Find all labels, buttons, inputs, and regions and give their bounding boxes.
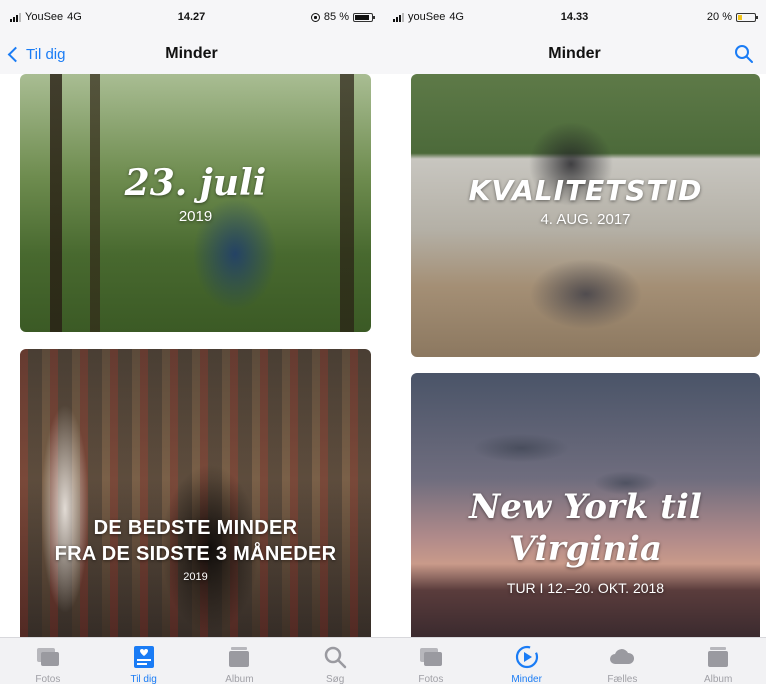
rotation-lock-icon — [310, 12, 320, 22]
tab-label: Fælles — [607, 674, 638, 684]
page-title: Minder — [548, 45, 601, 62]
tab-album[interactable]: Album — [204, 638, 274, 684]
album-icon — [708, 647, 729, 667]
memory-card-new-york[interactable]: New York til Virginia TUR I 12.–20. OKT.… — [411, 373, 760, 638]
signal-icon — [10, 12, 21, 22]
photos-icon — [419, 648, 442, 666]
tab-label: Album — [225, 674, 254, 684]
network-label: 4G — [449, 11, 464, 23]
status-bar: youSee 4G 14.33 20 % — [383, 0, 766, 34]
battery-percent: 85 % — [323, 11, 349, 23]
status-bar: YouSee 4G 14.27 85 % — [0, 0, 383, 34]
page-title: Minder — [165, 45, 218, 62]
memory-subtitle: TUR I 12.–20. OKT. 2018 — [506, 579, 665, 596]
memory-subtitle: 2019 — [178, 207, 213, 225]
status-time: 14.33 — [560, 11, 589, 23]
photos-icon — [36, 648, 59, 666]
chevron-left-icon — [7, 46, 24, 62]
tab-label: Fotos — [418, 674, 444, 684]
memory-title: New York til Virginia — [469, 486, 702, 570]
nav-bar: Minder — [383, 34, 766, 74]
tab-til-dig[interactable]: Til dig — [109, 638, 179, 684]
memory-title-line1: New York til — [469, 486, 702, 527]
tab-bar: Fotos Til dig Album Søg — [0, 637, 383, 684]
memory-title-line2: Virginia — [509, 528, 662, 569]
tab-label: Til dig — [130, 674, 157, 684]
memory-subtitle: 2019 — [183, 570, 208, 583]
carrier-label: YouSee — [25, 11, 64, 23]
network-label: 4G — [67, 11, 82, 23]
memory-card-best-memories[interactable]: DE BEDSTE MINDER FRA DE SIDSTE 3 MÅNEDER… — [20, 349, 371, 638]
left-phone-screen: YouSee 4G 14.27 85 % Til dig Minder 23. … — [0, 0, 383, 684]
search-icon — [324, 646, 347, 669]
nav-bar: Til dig Minder — [0, 34, 383, 74]
right-phone-screen: youSee 4G 14.33 20 % Minder KVALITETSTID… — [383, 0, 766, 684]
memory-title: 23. juli — [124, 161, 267, 204]
tab-label: Minder — [511, 674, 542, 684]
tab-fotos[interactable]: Fotos — [396, 638, 466, 684]
tab-label: Album — [703, 674, 733, 684]
memories-icon — [515, 645, 538, 669]
status-time: 14.27 — [177, 11, 206, 23]
memory-title: DE BEDSTE MINDER FRA DE SIDSTE 3 MÅNEDER — [55, 515, 337, 567]
battery-icon — [736, 12, 758, 22]
memory-title-line1: DE BEDSTE MINDER — [93, 516, 298, 539]
tab-faelles[interactable]: Fælles — [587, 638, 657, 684]
memory-title: KVALITETSTID — [468, 173, 703, 207]
tab-label: Fotos — [35, 674, 61, 684]
battery-percent: 20 % — [706, 11, 732, 23]
search-icon[interactable] — [734, 44, 754, 64]
back-label: Til dig — [26, 45, 66, 63]
memory-title-line2: FRA DE SIDSTE 3 MÅNEDER — [54, 542, 337, 565]
memory-card-kvalitetstid[interactable]: KVALITETSTID 4. AUG. 2017 — [411, 74, 760, 357]
battery-icon — [353, 12, 375, 22]
tab-fotos[interactable]: Fotos — [13, 638, 83, 684]
tab-minder[interactable]: Minder — [492, 638, 562, 684]
for-you-icon — [133, 646, 154, 668]
tab-label: Søg — [325, 674, 345, 684]
back-button[interactable]: Til dig — [7, 34, 66, 74]
tab-album[interactable]: Album — [683, 638, 753, 684]
cloud-icon — [610, 649, 635, 664]
memory-card-23-juli[interactable]: 23. juli 2019 — [20, 74, 371, 332]
memory-subtitle: 4. AUG. 2017 — [540, 210, 631, 228]
carrier-label: youSee — [408, 11, 446, 23]
album-icon — [229, 647, 250, 667]
tab-bar: Fotos Minder Fælles Album — [383, 637, 766, 684]
signal-icon — [393, 12, 404, 22]
tab-sog[interactable]: Søg — [300, 638, 370, 684]
